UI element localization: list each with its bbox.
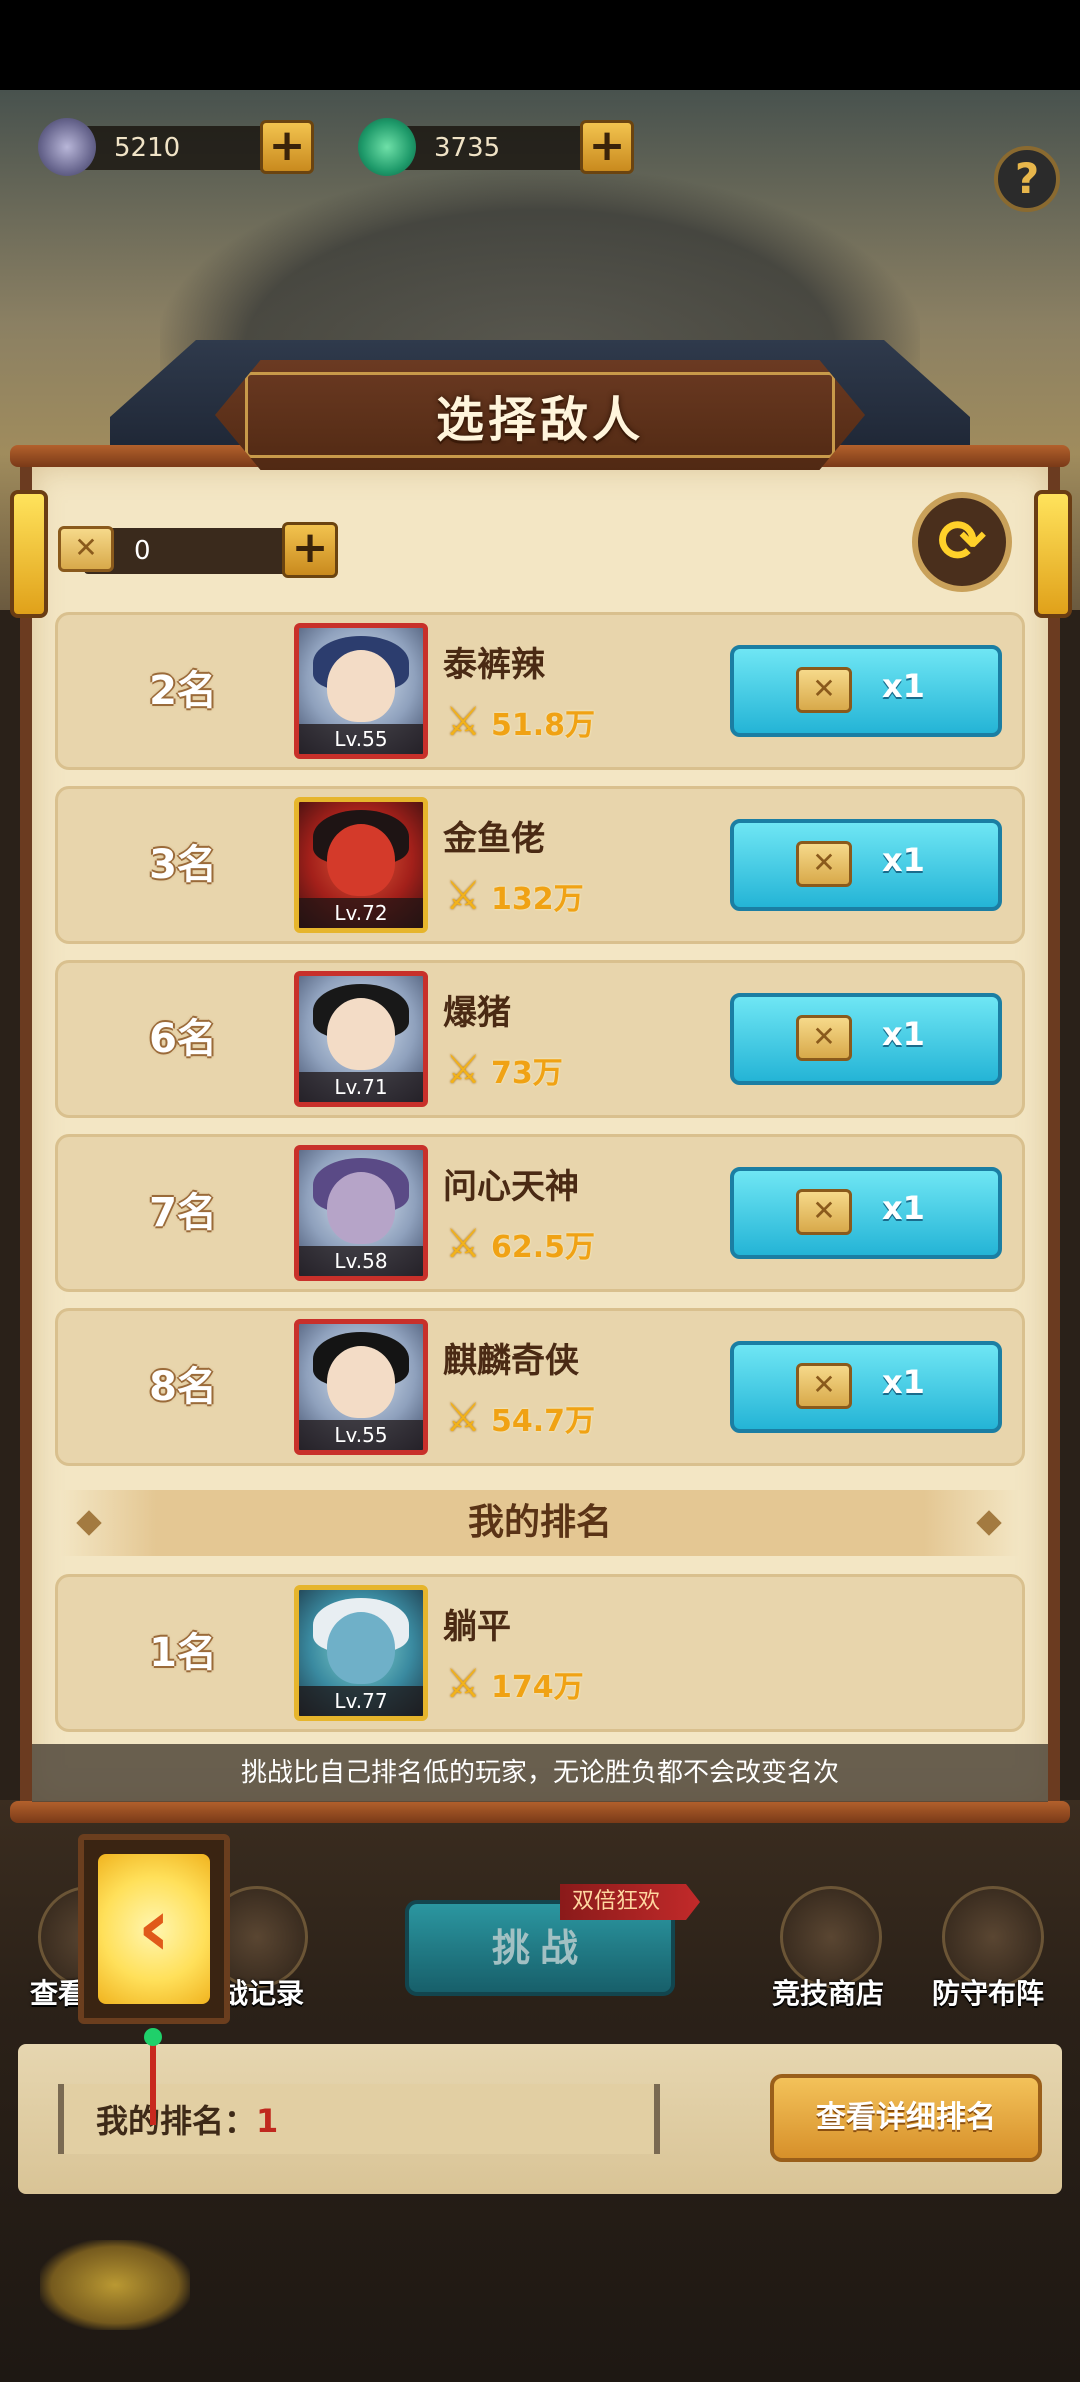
enemy-row: 6名 Lv.71 爆猪 ⚔ 73万 x1 [55,960,1025,1118]
challenge-notice: 挑战比自己排名低的玩家，无论胜负都不会改变名次 [32,1744,1048,1802]
enemy-avatar[interactable]: Lv.72 [294,797,428,933]
enemy-avatar[interactable]: Lv.55 [294,623,428,759]
enemy-level: Lv.58 [299,1246,423,1276]
jade-coin-icon [358,118,416,176]
scroll-ticket-icon [796,667,852,713]
enemy-power: ⚔ 54.7万 [441,1393,595,1443]
defense-formation-label: 防守布阵 [932,1977,1045,2010]
enemy-power: ⚔ 73万 [441,1045,563,1095]
crossed-swords-icon: ⚔ [445,1047,481,1093]
crossed-swords-icon: ⚔ [445,1395,481,1441]
my-rank-text: 我的排名：1 [96,2102,279,2140]
battle-record-label: 战记录 [220,1977,305,2010]
scroll-ticket-icon [796,1363,852,1409]
my-name: 躺平 [443,1607,511,1647]
crossed-swords-icon: ⚔ [445,1221,481,1267]
my-level: Lv.77 [299,1686,423,1716]
leaf-decoration [40,2240,190,2330]
left-scroll-gem [10,490,48,618]
dialog-title: 选择敌人 [435,392,644,448]
enemy-level: Lv.55 [299,1420,423,1450]
scroll-ticket-icon [796,841,852,887]
my-avatar[interactable]: Lv.77 [294,1585,428,1721]
scroll-ticket-icon [796,1015,852,1061]
add-ticket-button[interactable]: + [282,522,338,578]
enemy-name: 泰裤辣 [443,645,545,685]
enemy-level: Lv.72 [299,898,423,928]
lantern-bead [144,2028,162,2046]
add-gem-button[interactable]: + [260,120,314,174]
enemy-avatar[interactable]: Lv.58 [294,1145,428,1281]
enemy-name: 问心天神 [443,1167,579,1207]
enemy-name: 麒麟奇侠 [443,1341,579,1381]
my-rank-header: 我的排名 [60,1490,1020,1556]
enemy-rank: 3名 [149,842,217,888]
enemy-rank: 8名 [149,1364,217,1410]
enemy-rank: 7名 [149,1190,217,1236]
challenge-ticket-counter: 0 + [58,520,338,580]
view-detailed-ranking-button[interactable]: 查看详细排名 [770,2074,1042,2162]
refresh-button[interactable]: ⟳ [912,492,1012,592]
crossed-swords-icon: ⚔ [445,873,481,919]
enemy-row: 7名 Lv.58 问心天神 ⚔ 62.5万 x1 [55,1134,1025,1292]
enemy-name: 爆猪 [443,993,511,1033]
enemy-power: ⚔ 132万 [441,871,584,921]
help-button[interactable]: ? [994,146,1060,212]
arena-shop-label: 竞技商店 [772,1977,885,2010]
enemy-rank: 2名 [149,668,217,714]
crossed-swords-icon: ⚔ [445,699,481,745]
crossed-swords-icon: ⚔ [445,1661,481,1707]
enemy-level: Lv.71 [299,1072,423,1102]
enemy-row: 2名 Lv.55 泰裤辣 ⚔ 51.8万 x1 [55,612,1025,770]
challenge-enemy-button[interactable]: x1 [730,819,1002,911]
my-rank-position: 1名 [149,1630,217,1676]
challenge-enemy-button[interactable]: x1 [730,1167,1002,1259]
scroll-ticket-icon [796,1189,852,1235]
double-event-tag: 双倍狂欢 [560,1884,700,1920]
enemy-power: ⚔ 62.5万 [441,1219,595,1269]
enemy-avatar[interactable]: Lv.55 [294,1319,428,1455]
scroll-rod-bottom [10,1801,1070,1823]
enemy-name: 金鱼佬 [443,819,545,859]
back-arrow-icon: ‹ [98,1854,210,2004]
right-scroll-gem [1034,490,1072,618]
challenge-enemy-button[interactable]: x1 [730,645,1002,737]
challenge-enemy-button[interactable]: x1 [730,993,1002,1085]
my-rank-row: 1名 Lv.77 躺平 ⚔ 174万 [55,1574,1025,1732]
add-jade-button[interactable]: + [580,120,634,174]
enemy-avatar[interactable]: Lv.71 [294,971,428,1107]
enemy-row: 3名 Lv.72 金鱼佬 ⚔ 132万 x1 [55,786,1025,944]
enemy-rank: 6名 [149,1016,217,1062]
back-button[interactable]: ‹ [78,1834,230,2024]
scroll-ticket-icon [58,526,114,572]
gem-icon [38,118,96,176]
challenge-enemy-button[interactable]: x1 [730,1341,1002,1433]
my-power: ⚔ 174万 [441,1659,584,1709]
enemy-power: ⚔ 51.8万 [441,697,595,747]
my-rank-bar: 我的排名：1 查看详细排名 [18,2044,1062,2194]
status-bar [0,0,1080,90]
ticket-count: 0 [84,528,314,574]
enemy-level: Lv.55 [299,724,423,754]
enemy-row: 8名 Lv.55 麒麟奇侠 ⚔ 54.7万 x1 [55,1308,1025,1466]
